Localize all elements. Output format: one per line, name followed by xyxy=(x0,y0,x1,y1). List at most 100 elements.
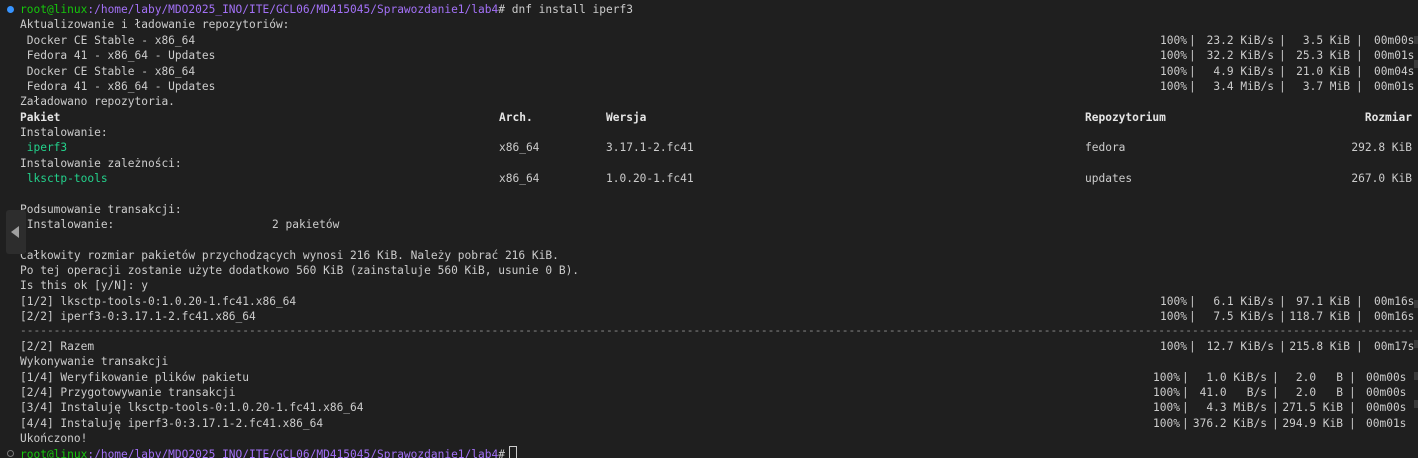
confirm-line: Is this ok [y/N]: y xyxy=(0,278,1418,293)
repo-name: Docker CE Stable - x86_64 xyxy=(20,34,196,47)
terminal-scrollbar[interactable] xyxy=(1412,0,1418,458)
summary-install-label: Instalowanie: xyxy=(20,218,115,231)
repo-name: Fedora 41 - x86_64 - Updates xyxy=(20,49,216,62)
repo-speed: 3.4 MiB/s xyxy=(1213,80,1274,93)
step-time: 00m01s xyxy=(1366,417,1407,430)
download-size: 118.7 KiB xyxy=(1289,310,1350,323)
step-percent: 100% xyxy=(1153,417,1180,430)
scroll-marker xyxy=(1414,372,1418,380)
total-row: [2/2] Razem 100% | 12.7 KiB/s | 215.8 Ki… xyxy=(20,340,1415,353)
table-header: Pakiet Arch. Wersja Repozytorium Rozmiar xyxy=(0,110,1418,125)
package-arch: x86_64 xyxy=(499,141,540,154)
step-size: 271.5 KiB xyxy=(1282,401,1343,414)
step-size: 2.0 B xyxy=(1295,371,1343,384)
package-name: lksctp-tools xyxy=(20,172,108,185)
prompt-symbol: # xyxy=(498,3,505,16)
scroll-marker xyxy=(1414,340,1418,348)
repo-size: 3.5 KiB xyxy=(1302,34,1350,47)
prompt-path: :/home/laby/MDO2025_INO/ITE/GCL06/MD4150… xyxy=(87,448,499,458)
header-arch: Arch. xyxy=(499,111,533,124)
repo-time: 00m01s xyxy=(1374,80,1415,93)
repo-row: Fedora 41 - x86_64 - Updates 100% | 3.4 … xyxy=(20,80,1415,93)
installing-label: Instalowanie: xyxy=(20,126,108,139)
terminal-window[interactable]: root@linux:/home/laby/MDO2025_INO/ITE/GC… xyxy=(0,0,1418,458)
step-row: [1/4] Weryfikowanie plików pakietu 100% … xyxy=(20,371,1407,384)
scroll-marker xyxy=(1414,300,1418,308)
separator: ----------------------------------------… xyxy=(20,324,1412,337)
total-size: 215.8 KiB xyxy=(1289,340,1350,353)
refresh-title-line: Aktualizowanie i ładowanie repozytoriów: xyxy=(0,17,1418,32)
step-size: 294.9 KiB xyxy=(1282,417,1343,430)
package-size: 267.0 KiB xyxy=(1351,172,1412,185)
step-row: [4/4] Instaluję iperf3-0:3.17.1-2.fc41.x… xyxy=(20,417,1407,430)
done-text: Ukończono! xyxy=(20,432,88,445)
prompt-user: root@linux xyxy=(20,448,88,458)
total-percent: 100% xyxy=(1160,340,1187,353)
download-name: [2/2] iperf3-0:3.17.1-2.fc41.x86_64 xyxy=(20,310,256,323)
summary-title-line: Podsumowanie transakcji: xyxy=(0,202,1418,217)
repo-speed: 23.2 KiB/s xyxy=(1206,34,1274,47)
package-repo: fedora xyxy=(1085,141,1126,154)
after-op-line: Po tej operacji zostanie użyte dodatkowo… xyxy=(0,263,1418,278)
scroll-marker xyxy=(1414,36,1418,44)
repo-percent: 100% xyxy=(1160,34,1187,47)
prompt-symbol: # xyxy=(498,448,505,458)
download-row: [1/2] lksctp-tools-0:1.0.20-1.fc41.x86_6… xyxy=(20,295,1415,308)
repo-size: 21.0 KiB xyxy=(1296,65,1350,78)
package-version: 3.17.1-2.fc41 xyxy=(606,141,694,154)
deps-label: Instalowanie zależności: xyxy=(20,157,182,170)
repo-size: 3.7 MiB xyxy=(1302,80,1350,93)
header-size: Rozmiar xyxy=(1364,111,1412,124)
total-time: 00m17s xyxy=(1374,340,1415,353)
step-speed: 376.2 KiB/s xyxy=(1192,417,1267,430)
step-speed: 1.0 KiB/s xyxy=(1206,371,1267,384)
after-op-text: Po tej operacji zostanie użyte dodatkowo… xyxy=(20,264,580,277)
step-row: [3/4] Instaluję lksctp-tools-0:1.0.20-1.… xyxy=(20,401,1407,414)
command-line: root@linux:/home/laby/MDO2025_INO/ITE/GC… xyxy=(0,2,1418,17)
prompt-status-dot-icon xyxy=(7,450,14,457)
repo-speed: 4.9 KiB/s xyxy=(1213,65,1274,78)
repo-time: 00m00s xyxy=(1374,34,1415,47)
repo-percent: 100% xyxy=(1160,49,1187,62)
package-repo: updates xyxy=(1085,172,1133,185)
scroll-marker xyxy=(1414,400,1418,408)
summary-install-count: 2 pakietów xyxy=(272,218,340,231)
command-status-dot-icon xyxy=(7,6,14,13)
repo-speed: 32.2 KiB/s xyxy=(1206,49,1274,62)
repo-row: Docker CE Stable - x86_64 100% | 4.9 KiB… xyxy=(20,65,1415,78)
download-percent: 100% xyxy=(1160,310,1187,323)
collapse-panel-button[interactable] xyxy=(6,210,26,254)
repo-size: 25.3 KiB xyxy=(1296,49,1350,62)
download-speed: 7.5 KiB/s xyxy=(1213,310,1274,323)
download-time: 00m16s xyxy=(1374,310,1415,323)
repo-name: Fedora 41 - x86_64 - Updates xyxy=(20,80,216,93)
separator-line: ----------------------------------------… xyxy=(0,323,1418,338)
summary-install-line: Instalowanie: 2 pakietów xyxy=(0,217,1418,232)
step-size: 2.0 B xyxy=(1295,386,1343,399)
prompt-user: root@linux xyxy=(20,3,88,16)
package-arch: x86_64 xyxy=(499,172,540,185)
summary-title: Podsumowanie transakcji: xyxy=(20,203,182,216)
repo-percent: 100% xyxy=(1160,65,1187,78)
running-text: Wykonywanie transakcji xyxy=(20,355,169,368)
confirm-text: Is this ok [y/N]: y xyxy=(20,279,148,292)
repo-name: Docker CE Stable - x86_64 xyxy=(20,65,196,78)
repo-time: 00m01s xyxy=(1374,49,1415,62)
repos-loaded-line: Załadowano repozytoria. xyxy=(0,94,1418,109)
repo-time: 00m04s xyxy=(1374,65,1415,78)
step-name: [4/4] Instaluję iperf3-0:3.17.1-2.fc41.x… xyxy=(20,417,324,430)
running-line: Wykonywanie transakcji xyxy=(0,354,1418,369)
active-prompt-line[interactable]: root@linux:/home/laby/MDO2025_INO/ITE/GC… xyxy=(0,446,1418,458)
table-row: lksctp-tools x86_64 1.0.20-1.fc41 update… xyxy=(0,171,1418,186)
download-size: 97.1 KiB xyxy=(1296,295,1350,308)
download-percent: 100% xyxy=(1160,295,1187,308)
step-percent: 100% xyxy=(1153,371,1180,384)
repo-percent: 100% xyxy=(1160,80,1187,93)
scroll-marker xyxy=(1414,60,1418,68)
deps-label-line: Instalowanie zależności: xyxy=(0,156,1418,171)
terminal-cursor[interactable] xyxy=(508,446,517,458)
table-row: iperf3 x86_64 3.17.1-2.fc41 fedora 292.8… xyxy=(0,140,1418,155)
step-name: [1/4] Weryfikowanie plików pakietu xyxy=(20,371,250,384)
step-name: [2/4] Przygotowywanie transakcji xyxy=(20,386,236,399)
step-percent: 100% xyxy=(1153,401,1180,414)
